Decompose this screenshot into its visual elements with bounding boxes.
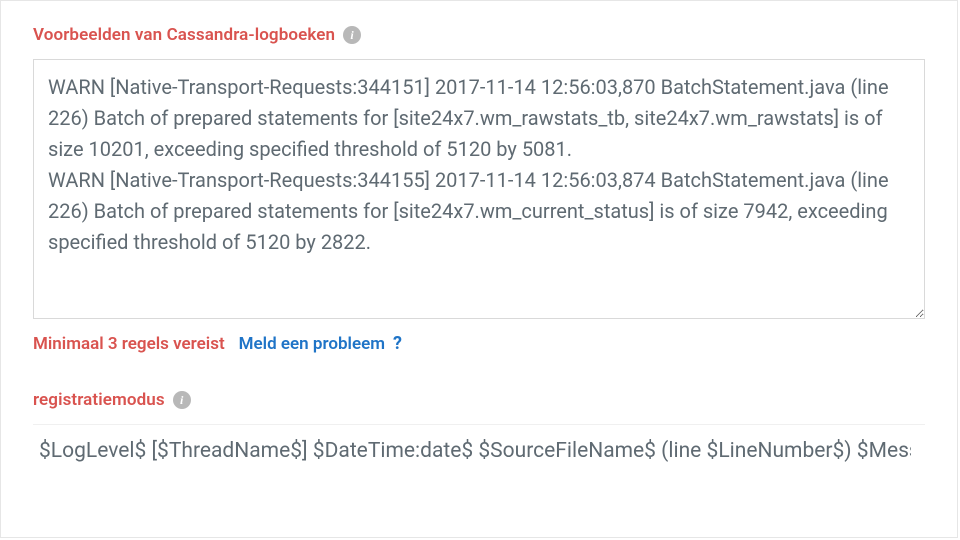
log-samples-label: Voorbeelden van Cassandra-logboeken bbox=[33, 25, 335, 45]
helper-row: Minimaal 3 regels vereist Meld een probl… bbox=[33, 333, 925, 354]
log-samples-label-row: Voorbeelden van Cassandra-logboeken i bbox=[33, 25, 925, 45]
min-lines-hint: Minimaal 3 regels vereist bbox=[33, 334, 225, 354]
settings-panel: Voorbeelden van Cassandra-logboeken i Mi… bbox=[0, 0, 958, 538]
info-icon[interactable]: i bbox=[343, 26, 361, 44]
info-icon[interactable]: i bbox=[173, 391, 191, 409]
log-pattern-input[interactable] bbox=[33, 424, 925, 476]
registration-mode-label: registratiemodus bbox=[33, 390, 165, 410]
help-icon[interactable]: ? bbox=[393, 333, 402, 354]
report-problem-link[interactable]: Meld een probleem bbox=[239, 334, 385, 354]
log-samples-textarea[interactable] bbox=[33, 59, 925, 319]
registration-mode-section: registratiemodus i bbox=[33, 390, 925, 476]
registration-mode-label-row: registratiemodus i bbox=[33, 390, 925, 410]
